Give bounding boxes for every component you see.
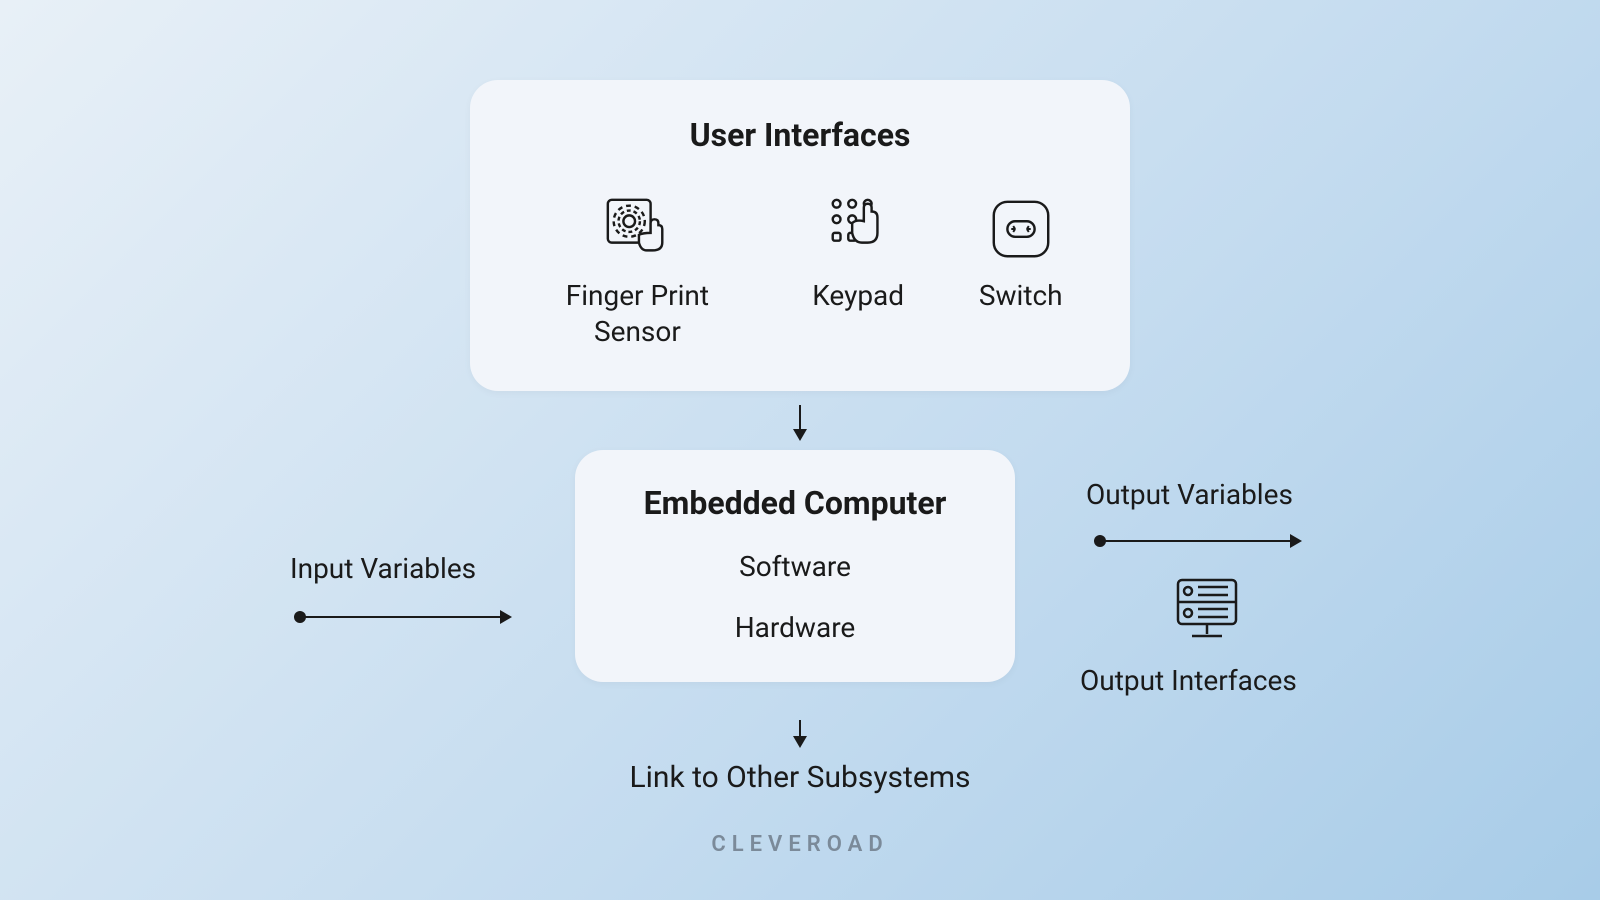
ui-item-label: Switch	[979, 278, 1063, 314]
brand-label: CLEVEROAD	[0, 832, 1600, 857]
diagram-canvas: User Interfaces Finger Print Sensor	[0, 0, 1600, 900]
arrow-down-icon	[799, 720, 801, 746]
fingerprint-sensor-icon	[602, 194, 672, 264]
ui-item-switch: Switch	[979, 194, 1063, 314]
embedded-computer-title: Embedded Computer	[595, 484, 995, 522]
embedded-computer-card: Embedded Computer Software Hardware	[575, 450, 1015, 682]
ui-item-label: Keypad	[812, 278, 904, 314]
subsystems-label: Link to Other Subsystems	[0, 760, 1600, 795]
output-interfaces-icon	[1170, 574, 1244, 648]
arrow-right-icon	[300, 616, 510, 618]
user-interfaces-title: User Interfaces	[500, 116, 1100, 154]
embedded-computer-row: Hardware	[595, 611, 995, 644]
keypad-icon	[823, 194, 893, 264]
user-interfaces-items: Finger Print Sensor Keypad	[500, 194, 1100, 351]
input-variables-label: Input Variables	[290, 552, 476, 585]
arrow-right-icon	[1100, 540, 1300, 542]
embedded-computer-row: Software	[595, 550, 995, 583]
arrow-down-icon	[799, 405, 801, 439]
output-variables-label: Output Variables	[1086, 478, 1293, 511]
user-interfaces-card: User Interfaces Finger Print Sensor	[470, 80, 1130, 391]
output-interfaces-label: Output Interfaces	[1080, 664, 1297, 697]
ui-item-keypad: Keypad	[812, 194, 904, 314]
ui-item-fingerprint: Finger Print Sensor	[537, 194, 737, 351]
switch-icon	[986, 194, 1056, 264]
ui-item-label: Finger Print Sensor	[537, 278, 737, 351]
